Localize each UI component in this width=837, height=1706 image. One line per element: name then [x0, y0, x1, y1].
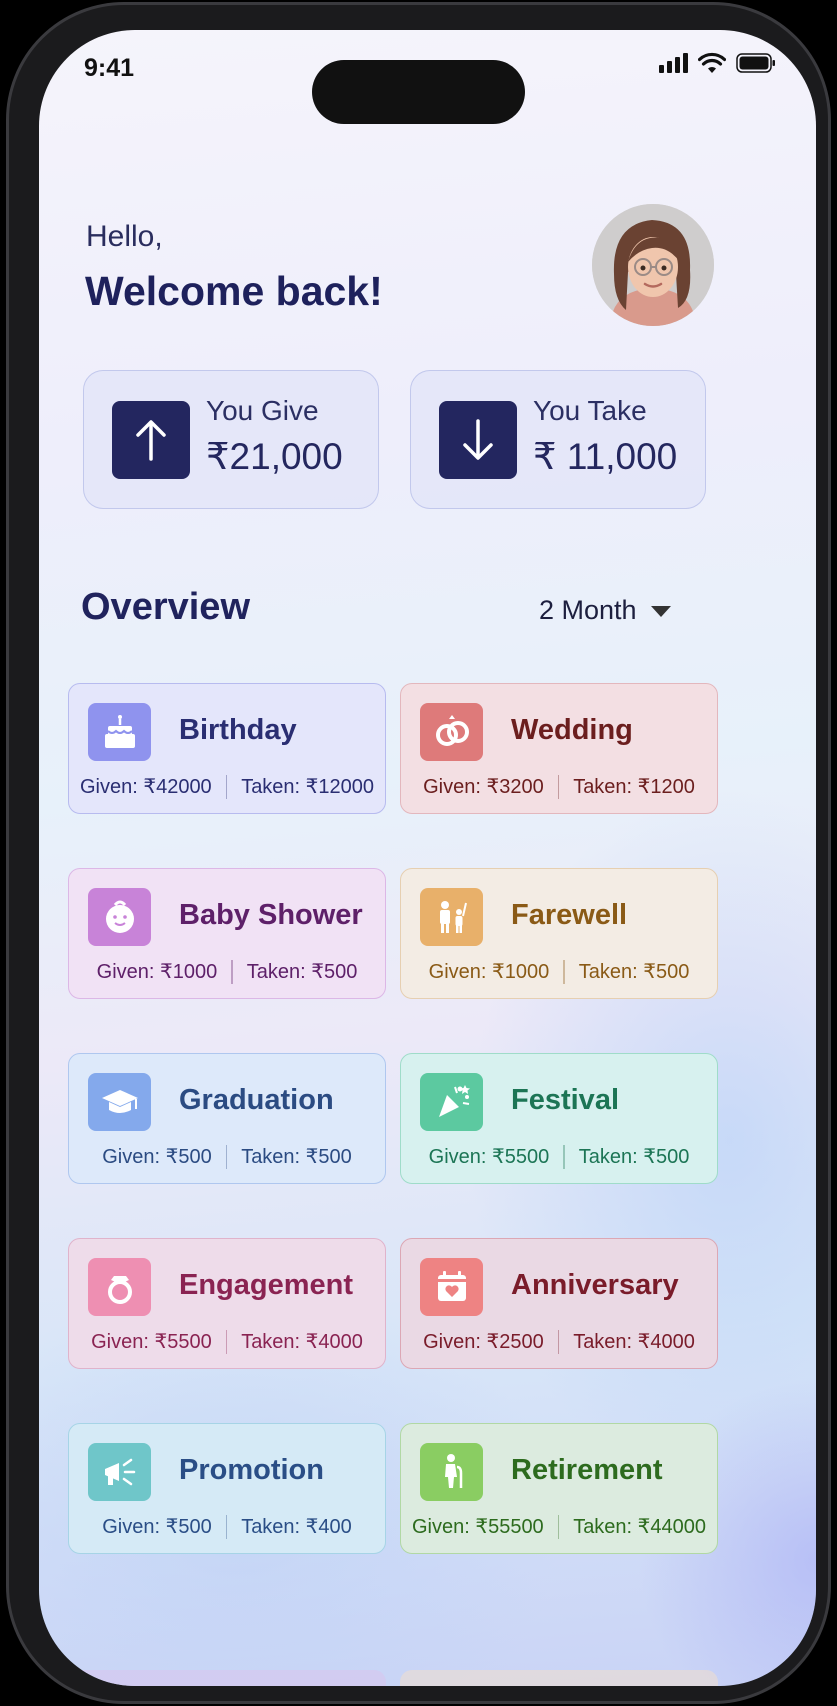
event-card-stats: Given: ₹5500 Taken: ₹500	[401, 1144, 717, 1169]
status-icons	[659, 52, 776, 74]
taken-amount: Taken: ₹44000	[573, 1516, 707, 1538]
stats-divider	[225, 1144, 228, 1169]
ring-icon	[88, 1258, 151, 1316]
event-card-graduation[interactable]: Graduation Given: ₹500 Taken: ₹500	[68, 1053, 386, 1184]
status-bar: 9:41	[39, 30, 816, 124]
given-amount: Given: ₹55500	[411, 1516, 544, 1538]
event-card-title: Retirement	[511, 1454, 663, 1486]
stats-divider	[563, 1144, 565, 1169]
event-card-title: Anniversary	[511, 1269, 679, 1301]
taken-amount: Taken: ₹500	[578, 1146, 690, 1168]
arrow-up-icon	[112, 401, 190, 479]
stats-divider	[231, 959, 233, 984]
stats-divider	[225, 1329, 228, 1354]
arrow-down-icon	[439, 401, 517, 479]
taken-amount: Taken: ₹12000	[241, 776, 375, 798]
event-card-birthday[interactable]: Birthday Given: ₹42000 Taken: ₹12000	[68, 683, 386, 814]
taken-amount: Taken: ₹1200	[573, 776, 695, 798]
calendar-heart-icon	[420, 1258, 483, 1316]
rings-icon	[420, 703, 483, 761]
cake-icon	[88, 703, 151, 761]
period-value: 2 Month	[539, 595, 637, 625]
given-amount: Given: ₹500	[102, 1146, 212, 1168]
event-card-promotion[interactable]: Promotion Given: ₹500 Taken: ₹400	[68, 1423, 386, 1554]
phone-frame: 9:41 Hello, Welcome back! You Give ₹21,0…	[6, 2, 831, 1704]
event-card-title: Baby Shower	[179, 899, 363, 931]
given-amount: Given: ₹5500	[428, 1146, 550, 1168]
stats-divider	[225, 774, 228, 799]
battery-icon	[736, 53, 775, 73]
farewell-icon	[420, 888, 483, 946]
event-card-stats: Given: ₹5500 Taken: ₹4000	[69, 1329, 385, 1354]
you-give-card[interactable]: You Give ₹21,000	[83, 370, 379, 509]
avatar[interactable]	[592, 204, 714, 326]
event-card-stats: Given: ₹2500 Taken: ₹4000	[401, 1329, 717, 1354]
baby-icon	[88, 888, 151, 946]
event-card-stats: Given: ₹3200 Taken: ₹1200	[401, 774, 717, 799]
event-card-title: Wedding	[511, 714, 633, 746]
you-give-label: You Give	[206, 395, 319, 426]
event-card-stats: Given: ₹1000 Taken: ₹500	[69, 959, 385, 984]
event-card-stats: Given: ₹1000 Taken: ₹500	[401, 959, 717, 984]
graduation-cap-icon	[88, 1073, 151, 1131]
you-take-value: ₹ 11,000	[533, 436, 678, 477]
event-card-stats: Given: ₹55500 Taken: ₹44000	[401, 1514, 717, 1539]
party-popper-icon	[420, 1073, 483, 1131]
cellular-signal-icon	[659, 53, 688, 73]
event-card-wedding[interactable]: Wedding Given: ₹3200 Taken: ₹1200	[400, 683, 718, 814]
megaphone-icon	[88, 1443, 151, 1501]
event-card-farewell[interactable]: Farewell Given: ₹1000 Taken: ₹500	[400, 868, 718, 999]
dynamic-island	[312, 60, 525, 124]
stats-divider	[557, 1329, 560, 1354]
wifi-icon	[698, 52, 726, 73]
given-amount: Given: ₹5500	[91, 1331, 212, 1353]
taken-amount: Taken: ₹500	[241, 1146, 352, 1168]
taken-amount: Taken: ₹500	[578, 961, 690, 983]
next-card-peek	[68, 1670, 386, 1686]
stats-divider	[557, 774, 560, 799]
given-amount: Given: ₹1000	[96, 961, 218, 983]
profile-avatar-icon	[592, 204, 714, 326]
you-take-label: You Take	[533, 395, 647, 426]
taken-amount: Taken: ₹4000	[573, 1331, 695, 1353]
given-amount: Given: ₹2500	[423, 1331, 544, 1353]
elderly-person-icon	[420, 1443, 483, 1501]
event-card-stats: Given: ₹42000 Taken: ₹12000	[69, 774, 385, 799]
you-give-value: ₹21,000	[206, 436, 343, 477]
event-card-title: Birthday	[179, 714, 297, 746]
event-card-title: Engagement	[179, 1269, 354, 1301]
given-amount: Given: ₹1000	[428, 961, 550, 983]
you-take-card[interactable]: You Take ₹ 11,000	[410, 370, 706, 509]
event-card-retirement[interactable]: Retirement Given: ₹55500 Taken: ₹44000	[400, 1423, 718, 1554]
chevron-down-icon	[650, 606, 671, 617]
overview-title: Overview	[81, 586, 250, 628]
period-dropdown[interactable]: 2 Month	[539, 595, 671, 626]
greeting-text: Hello,	[86, 220, 163, 253]
status-time: 9:41	[84, 54, 135, 82]
taken-amount: Taken: ₹4000	[241, 1331, 363, 1353]
event-card-stats: Given: ₹500 Taken: ₹500	[69, 1144, 385, 1169]
event-card-title: Promotion	[179, 1454, 324, 1486]
event-card-stats: Given: ₹500 Taken: ₹400	[69, 1514, 385, 1539]
event-card-title: Festival	[511, 1084, 619, 1116]
given-amount: Given: ₹500	[102, 1516, 212, 1538]
page-title: Welcome back!	[85, 268, 383, 314]
given-amount: Given: ₹3200	[423, 776, 544, 798]
event-card-engagement[interactable]: Engagement Given: ₹5500 Taken: ₹4000	[68, 1238, 386, 1369]
event-card-title: Graduation	[179, 1084, 334, 1116]
stats-divider	[563, 959, 565, 984]
given-amount: Given: ₹42000	[79, 776, 212, 798]
event-card-anniversary[interactable]: Anniversary Given: ₹2500 Taken: ₹4000	[400, 1238, 718, 1369]
taken-amount: Taken: ₹500	[246, 961, 358, 983]
next-card-peek	[400, 1670, 718, 1686]
event-card-festival[interactable]: Festival Given: ₹5500 Taken: ₹500	[400, 1053, 718, 1184]
app-screen: 9:41 Hello, Welcome back! You Give ₹21,0…	[39, 30, 816, 1686]
stats-divider	[557, 1514, 560, 1539]
stats-divider	[225, 1514, 228, 1539]
event-card-baby-shower[interactable]: Baby Shower Given: ₹1000 Taken: ₹500	[68, 868, 386, 999]
event-card-title: Farewell	[511, 899, 628, 931]
taken-amount: Taken: ₹400	[241, 1516, 352, 1538]
